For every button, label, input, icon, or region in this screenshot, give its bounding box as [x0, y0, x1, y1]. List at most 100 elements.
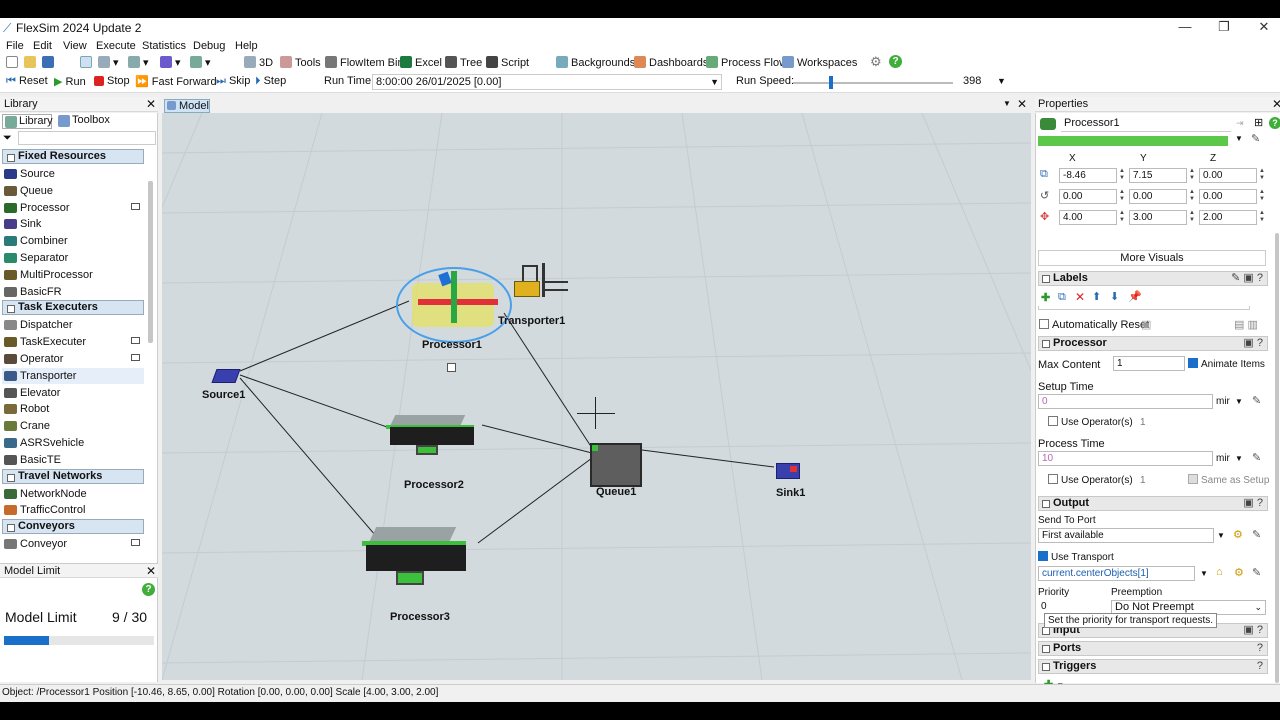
rotation-x-spinner[interactable]: ▲ ▼ — [1118, 189, 1126, 204]
library-item-operator[interactable]: Operator — [2, 351, 144, 367]
position-y-spinner[interactable]: ▲ ▼ — [1188, 168, 1196, 183]
processor3-object[interactable] — [362, 525, 472, 589]
transport-select-icon[interactable]: ⌂ — [1216, 566, 1223, 578]
setup-time-dropdown-icon[interactable]: ▼ — [1235, 397, 1243, 406]
ports-section[interactable]: Ports ? — [1038, 641, 1268, 656]
use-transport-checkbox[interactable]: Use Transport — [1038, 551, 1114, 563]
menu-view[interactable]: View — [63, 40, 87, 52]
position-z-input[interactable]: 0.00 — [1199, 168, 1257, 183]
library-item-separator[interactable]: Separator — [2, 250, 144, 266]
fast-forward-button[interactable]: ⏩ Fast Forward — [135, 75, 217, 88]
reset-button[interactable]: ⏮ Reset — [6, 75, 48, 88]
close-properties-icon[interactable]: ✕ — [1272, 97, 1280, 111]
object-name-field[interactable]: Processor1 — [1061, 116, 1231, 132]
select-mode-icon[interactable] — [80, 56, 95, 69]
ports-section-help-icon[interactable]: ? — [1257, 642, 1263, 655]
library-item-options-icon[interactable] — [131, 202, 140, 210]
close-model-tab-icon[interactable]: ✕ — [1017, 97, 1027, 111]
library-item-dispatcher[interactable]: Dispatcher — [2, 317, 144, 333]
same-as-setup-checkbox[interactable]: Same as Setup — [1188, 474, 1269, 486]
more-visuals-button[interactable]: More Visuals — [1038, 250, 1266, 266]
menu-statistics[interactable]: Statistics — [142, 40, 186, 52]
rotation-y-input[interactable]: 0.00 — [1129, 189, 1187, 204]
library-item-sink[interactable]: Sink — [2, 216, 144, 232]
x-axis-arrow[interactable] — [418, 299, 498, 305]
menu-execute[interactable]: Execute — [96, 40, 136, 52]
minimize-button[interactable]: — — [1170, 19, 1200, 37]
library-tab[interactable]: Library — [2, 114, 53, 129]
process-time-input[interactable]: 10 — [1038, 451, 1213, 466]
position-z-spinner[interactable]: ▲ ▼ — [1258, 168, 1266, 183]
menu-debug[interactable]: Debug — [193, 40, 225, 52]
library-item-crane[interactable]: Crane — [2, 418, 144, 434]
script-button[interactable]: Script — [486, 56, 529, 69]
library-item-asrsvehicle[interactable]: ASRSvehicle — [2, 435, 144, 451]
process-flow-button[interactable]: Process Flow — [706, 56, 787, 69]
send-to-port-options-icon[interactable]: ⚙ — [1233, 528, 1243, 541]
library-item-networknode[interactable]: NetworkNode — [2, 486, 144, 502]
library-item-combiner[interactable]: Combiner — [2, 233, 144, 249]
send-to-port-picker-icon[interactable]: ✎ — [1252, 528, 1261, 541]
auto-reset-checkbox[interactable]: Automatically Reset — [1039, 319, 1149, 331]
close-model-limit-icon[interactable]: ✕ — [146, 564, 156, 578]
shape-icon[interactable]: ▾ — [160, 56, 181, 69]
triggers-section-help-icon[interactable]: ? — [1257, 660, 1263, 673]
library-item-robot[interactable]: Robot — [2, 401, 144, 417]
library-filter-input[interactable] — [18, 131, 156, 145]
setup-use-operators-checkbox[interactable]: Use Operator(s) — [1048, 416, 1133, 428]
model-limit-help-icon[interactable]: ? — [142, 583, 155, 596]
run-speed-slider[interactable] — [829, 76, 833, 89]
queue-object[interactable] — [590, 443, 642, 487]
new-file-icon[interactable] — [6, 56, 21, 69]
skip-button[interactable]: ⏭ Skip — [216, 75, 250, 88]
output-section[interactable]: Output ▣ ? — [1038, 496, 1268, 511]
workspaces-button[interactable]: Workspaces — [782, 56, 857, 69]
delete-label-icon[interactable]: ✕ — [1075, 290, 1085, 304]
color-picker-icon[interactable]: ✎ — [1251, 132, 1260, 145]
transport-expression-input[interactable]: current.centerObjects[1] — [1038, 566, 1195, 581]
auto-reset-options-icon[interactable]: ▣ — [1141, 318, 1151, 331]
library-item-elevator[interactable]: Elevator — [2, 385, 144, 401]
process-time-dropdown-icon[interactable]: ▼ — [1235, 454, 1243, 463]
library-category-task-executers[interactable]: Task Executers — [2, 300, 144, 316]
sink-object[interactable] — [776, 463, 800, 479]
size-x-input[interactable]: 4.00 — [1059, 210, 1117, 225]
library-item-options-icon[interactable] — [131, 354, 140, 361]
run-button[interactable]: ▶ Run — [54, 75, 86, 88]
transport-dropdown-icon[interactable]: ▼ — [1200, 569, 1208, 578]
source-object[interactable] — [211, 369, 241, 383]
library-item-processor[interactable]: Processor — [2, 200, 144, 216]
connect-mode-icon[interactable]: ▾ — [98, 56, 119, 69]
max-content-input[interactable]: 1 — [1113, 356, 1185, 371]
add-label-icon[interactable]: ✚ — [1041, 291, 1050, 304]
library-category-travel-networks[interactable]: Travel Networks — [2, 468, 144, 484]
position-x-spinner[interactable]: ▲ ▼ — [1118, 168, 1126, 183]
animate-items-checkbox[interactable]: Animate Items — [1188, 358, 1265, 370]
tab-model[interactable]: Model — [164, 99, 210, 113]
rotation-x-input[interactable]: 0.00 — [1059, 189, 1117, 204]
triggers-section[interactable]: Triggers ? — [1038, 659, 1268, 674]
close-library-icon[interactable]: ✕ — [146, 97, 156, 111]
filter-icon[interactable]: ⏷ — [3, 132, 12, 145]
help-icon[interactable]: ? — [889, 55, 902, 68]
gear-icon[interactable]: ⚙ — [870, 54, 882, 70]
rotation-y-spinner[interactable]: ▲ ▼ — [1188, 189, 1196, 204]
rotation-z-input[interactable]: 0.00 — [1199, 189, 1257, 204]
size-z-spinner[interactable]: ▲ ▼ — [1258, 210, 1266, 225]
library-item-options-icon[interactable] — [131, 337, 140, 345]
tree-button[interactable]: Tree — [445, 56, 482, 69]
open-file-icon[interactable] — [24, 56, 39, 69]
library-item-options-icon[interactable] — [131, 539, 140, 547]
transporter-object[interactable] — [512, 263, 568, 303]
move-up-icon[interactable]: ⬆ — [1092, 290, 1101, 303]
library-item-queue[interactable]: Queue — [2, 183, 144, 199]
tree-view-icon[interactable]: ⊞ — [1254, 116, 1263, 129]
backgrounds-button[interactable]: Backgrounds — [556, 56, 635, 69]
menu-help[interactable]: Help — [235, 40, 258, 52]
tab-dropdown-icon[interactable]: ▼ — [1003, 99, 1011, 108]
tools-button[interactable]: Tools — [280, 56, 321, 69]
library-item-taskexecuter[interactable]: TaskExecuter — [2, 334, 144, 350]
labels-table[interactable] — [1038, 306, 1250, 310]
process-use-operators-checkbox[interactable]: Use Operator(s) — [1048, 474, 1133, 486]
transport-picker-icon[interactable]: ✎ — [1252, 566, 1261, 579]
